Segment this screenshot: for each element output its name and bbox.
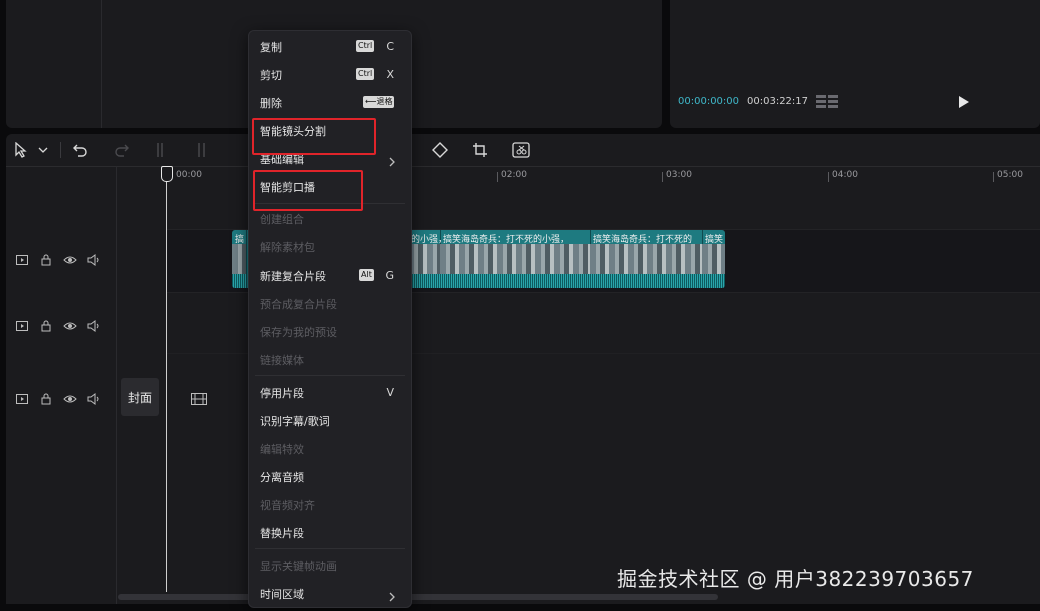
ruler-tick-label: 00:00 — [176, 170, 202, 180]
menu-item-unpack: 解除素材包 — [260, 241, 315, 254]
menu-item-link-media: 链接媒体 — [260, 354, 304, 367]
shortcut-key: Alt — [359, 269, 374, 281]
clip-waveform — [232, 274, 246, 288]
menu-item-time-range[interactable]: 时间区域 — [249, 582, 411, 606]
speaker-icon[interactable] — [86, 391, 102, 407]
clip-segment[interactable]: 搞笑 — [702, 230, 725, 288]
cover-button[interactable]: 封面 — [121, 378, 159, 416]
clip-thumbnail — [702, 244, 725, 274]
clip-segment[interactable]: 的小强， — [408, 230, 447, 288]
split-icon[interactable] — [154, 142, 166, 158]
menu-item-recognize-subtitles[interactable]: 识别字幕/歌词 — [249, 409, 411, 433]
clip-waveform — [702, 274, 725, 288]
menu-item-save-preset: 保存为我的预设 — [260, 326, 337, 339]
menu-item-separate-audio[interactable]: 分离音频 — [249, 465, 411, 489]
ruler-tick — [662, 172, 663, 182]
menu-item-cut[interactable]: 剪切 Ctrl X — [249, 63, 411, 87]
menu-separator — [255, 375, 405, 376]
redo-icon[interactable] — [114, 142, 130, 158]
shortcut-key: ⟵退格 — [363, 96, 395, 108]
rotate-icon[interactable] — [432, 142, 448, 158]
toolbar-divider — [60, 142, 61, 158]
clip-waveform — [440, 274, 590, 288]
undo-icon[interactable] — [72, 142, 88, 158]
smart-cut-icon[interactable] — [512, 142, 530, 158]
track-toggle-icon[interactable] — [14, 252, 30, 268]
track-controls-main — [14, 252, 102, 268]
shortcut-letter: C — [386, 40, 394, 53]
media-sidebar — [6, 0, 102, 128]
track-toggle-icon[interactable] — [14, 391, 30, 407]
menu-item-edit-effects: 编辑特效 — [260, 443, 304, 456]
menu-item-new-compound-clip[interactable]: 新建复合片段 Alt G — [249, 264, 411, 288]
clip-waveform — [408, 274, 440, 288]
clip-segment[interactable]: 搞笑海岛奇兵：打不死的 — [590, 230, 703, 288]
track-controls-3 — [14, 391, 102, 407]
ratio-icon[interactable] — [816, 94, 838, 114]
speaker-icon[interactable] — [86, 252, 102, 268]
playhead-handle[interactable] — [161, 166, 173, 182]
current-timecode: 00:00:00:00 — [678, 96, 740, 107]
playhead-line[interactable] — [166, 172, 167, 592]
menu-item-precompose: 预合成复合片段 — [260, 298, 337, 311]
menu-separator — [255, 548, 405, 549]
eye-icon[interactable] — [62, 318, 78, 334]
context-menu: 复制 Ctrl C 剪切 Ctrl X 删除 ⟵退格 智能镜头分割 基础编辑 智… — [248, 30, 412, 608]
ruler-tick-label: 03:00 — [666, 170, 692, 180]
timeline-panel: 封面 00:00 02:00 03:00 04:00 05:00 搞 的小强， … — [6, 134, 1040, 604]
chevron-right-icon — [389, 152, 395, 171]
ruler-tick-label: 02:00 — [501, 170, 527, 180]
ruler-tick — [993, 172, 994, 182]
film-icon — [191, 390, 207, 409]
ruler-tick-label: 04:00 — [832, 170, 858, 180]
clip-segment[interactable]: 搞 — [232, 230, 247, 288]
split-left-icon[interactable] — [196, 142, 208, 158]
track-toggle-icon[interactable] — [14, 318, 30, 334]
clip-thumbnail — [590, 244, 702, 274]
crop-icon[interactable] — [472, 142, 488, 158]
menu-item-disable-clip[interactable]: 停用片段 V — [249, 381, 411, 405]
clip-waveform — [590, 274, 702, 288]
chevron-right-icon — [389, 587, 395, 606]
menu-item-av-align: 视音频对齐 — [260, 499, 315, 512]
player-panel: 00:00:00:00 00:03:22:17 — [670, 0, 1040, 128]
highlight-box-smart-split — [252, 118, 376, 155]
highlight-box-smart-talk-cut — [253, 170, 363, 211]
cover-column: 封面 — [116, 166, 207, 604]
track-controls-2 — [14, 318, 102, 334]
select-tool-icon[interactable] — [14, 142, 28, 158]
speaker-icon[interactable] — [86, 318, 102, 334]
lock-icon[interactable] — [38, 318, 54, 334]
track-headers — [6, 166, 117, 604]
lock-icon[interactable] — [38, 391, 54, 407]
clip-segment[interactable]: 搞笑海岛奇兵：打不死的小强， — [440, 230, 591, 288]
menu-item-show-keyframes: 显示关键帧动画 — [260, 560, 337, 573]
play-button[interactable] — [958, 94, 970, 113]
shortcut-key: Ctrl — [356, 68, 375, 80]
horizontal-scrollbar[interactable] — [118, 594, 718, 600]
timeline-toolbar — [6, 134, 1040, 167]
clip-thumbnail — [440, 244, 590, 274]
menu-item-copy[interactable]: 复制 Ctrl C — [249, 35, 411, 59]
shortcut-letter: X — [386, 68, 394, 81]
lock-icon[interactable] — [38, 252, 54, 268]
chevron-down-icon[interactable] — [38, 142, 48, 158]
clip-thumbnail — [232, 244, 246, 274]
shortcut-letter: G — [385, 269, 394, 282]
ruler-tick — [497, 172, 498, 182]
shortcut-key: Ctrl — [356, 40, 375, 52]
shortcut-letter: V — [386, 386, 394, 399]
total-timecode: 00:03:22:17 — [747, 96, 809, 107]
ruler-tick-label: 05:00 — [997, 170, 1023, 180]
eye-icon[interactable] — [62, 252, 78, 268]
menu-item-replace-clip[interactable]: 替换片段 — [249, 521, 411, 545]
clip-thumbnail — [408, 244, 440, 274]
ruler-tick — [828, 172, 829, 182]
watermark: 掘金技术社区 @ 用户382239703657 — [617, 567, 974, 591]
menu-item-delete[interactable]: 删除 ⟵退格 — [249, 91, 411, 115]
eye-icon[interactable] — [62, 391, 78, 407]
